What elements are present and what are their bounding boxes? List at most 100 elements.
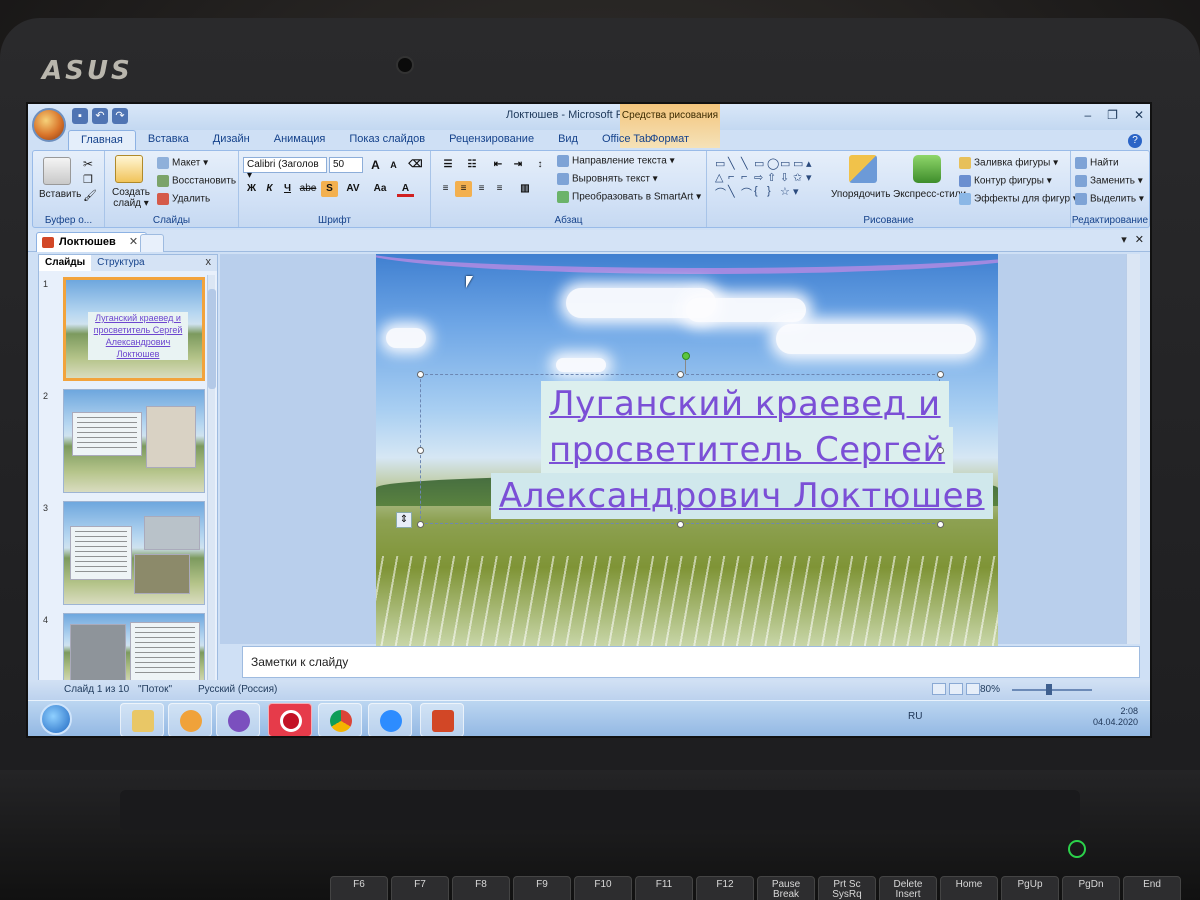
- slide-sorter-view-button[interactable]: [949, 683, 963, 695]
- cut-icon[interactable]: ✂: [83, 157, 93, 171]
- resize-handle[interactable]: [417, 447, 424, 454]
- document-tab[interactable]: Локтюшев ✕: [36, 232, 148, 252]
- resize-handle[interactable]: [417, 371, 424, 378]
- slide-thumbnail[interactable]: [63, 389, 205, 493]
- taskbar-opera[interactable]: [268, 703, 312, 736]
- font-color-button[interactable]: A: [397, 181, 414, 197]
- keyboard-key[interactable]: F6: [330, 876, 388, 900]
- bold-button[interactable]: Ж: [243, 181, 260, 197]
- help-icon[interactable]: ?: [1128, 134, 1142, 148]
- tab-outline[interactable]: Структура: [91, 255, 150, 271]
- tab-slides[interactable]: Слайды: [39, 255, 92, 271]
- slide-thumbnail[interactable]: Луганский краевед и просветитель Сергей …: [63, 277, 205, 381]
- keyboard-key[interactable]: F10: [574, 876, 632, 900]
- system-tray-clock[interactable]: 2:08 04.04.2020: [1093, 705, 1138, 727]
- keyboard-key[interactable]: F9: [513, 876, 571, 900]
- convert-smartart-button[interactable]: Преобразовать в SmartArt ▾: [557, 191, 701, 203]
- keyboard-key[interactable]: PgDn: [1062, 876, 1120, 900]
- resize-handle[interactable]: [937, 521, 944, 528]
- delete-slide-button[interactable]: Удалить: [157, 193, 210, 205]
- char-spacing-button[interactable]: AV: [341, 181, 365, 197]
- columns-icon[interactable]: ▥: [513, 181, 537, 197]
- notes-pane[interactable]: Заметки к слайду: [242, 646, 1140, 678]
- current-slide[interactable]: Луганский краевед и просветитель Сергей …: [376, 254, 998, 646]
- resize-handle[interactable]: [417, 521, 424, 528]
- slide-title-line[interactable]: Луганский краевед и: [541, 381, 949, 427]
- increase-indent-icon[interactable]: ⇥: [509, 157, 527, 173]
- maximize-button[interactable]: ❐: [1107, 108, 1118, 122]
- align-text-button[interactable]: Выровнять текст ▾: [557, 173, 658, 185]
- slides-panel-close-icon[interactable]: x: [206, 256, 212, 268]
- keyboard-key[interactable]: Pause Break: [757, 876, 815, 900]
- align-center-icon[interactable]: ≡: [455, 181, 472, 197]
- strikethrough-button[interactable]: abe: [297, 181, 319, 197]
- keyboard-key[interactable]: Delete Insert: [879, 876, 937, 900]
- keyboard-key[interactable]: PgUp: [1001, 876, 1059, 900]
- keyboard-key[interactable]: F12: [696, 876, 754, 900]
- tab-view[interactable]: Вид: [546, 130, 590, 150]
- tray-language[interactable]: RU: [908, 711, 922, 722]
- resize-handle[interactable]: [937, 447, 944, 454]
- office-button[interactable]: [32, 108, 66, 142]
- taskbar-zoom[interactable]: [368, 703, 412, 736]
- select-button[interactable]: Выделить ▾: [1075, 193, 1144, 205]
- keyboard-key[interactable]: F8: [452, 876, 510, 900]
- resize-handle[interactable]: [677, 371, 684, 378]
- find-button[interactable]: Найти: [1075, 157, 1119, 169]
- new-slide-icon[interactable]: [115, 155, 143, 183]
- numbering-icon[interactable]: ☷: [461, 157, 483, 173]
- italic-button[interactable]: К: [261, 181, 278, 197]
- shapes-gallery[interactable]: ▭ ╲ ╲ ▭ ◯ ▭ ▭ ▴ △ ⌐ ⌐ ⇨ ⇧ ⇩ ✩ ▾ ⌒ ╲ ⌒{} ☆ ▾: [715, 157, 819, 200]
- quick-styles-icon[interactable]: [913, 155, 941, 183]
- close-button[interactable]: ✕: [1134, 108, 1144, 122]
- decrease-indent-icon[interactable]: ⇤: [489, 157, 507, 173]
- start-button[interactable]: [40, 703, 72, 735]
- bullets-icon[interactable]: ☰: [437, 157, 459, 173]
- tab-format[interactable]: Формат: [638, 130, 701, 148]
- slide-title-line[interactable]: просветитель Сергей: [541, 427, 954, 473]
- slides-panel-scrollbar[interactable]: [207, 275, 216, 683]
- reset-button[interactable]: Восстановить: [157, 175, 236, 187]
- notes-placeholder[interactable]: Заметки к слайду: [251, 655, 348, 669]
- change-case-button[interactable]: Aa: [369, 181, 391, 197]
- tab-home[interactable]: Главная: [68, 130, 136, 150]
- keyboard-key[interactable]: End: [1123, 876, 1181, 900]
- keyboard-key[interactable]: F7: [391, 876, 449, 900]
- clear-format-icon[interactable]: ⌫: [407, 157, 424, 173]
- shadow-button[interactable]: S: [321, 181, 338, 197]
- keyboard-key[interactable]: F11: [635, 876, 693, 900]
- keyboard-key[interactable]: Home: [940, 876, 998, 900]
- scrollbar-thumb[interactable]: [208, 289, 216, 389]
- text-direction-button[interactable]: Направление текста ▾: [557, 155, 675, 167]
- resize-handle[interactable]: [677, 521, 684, 528]
- new-tab-button[interactable]: [140, 234, 164, 252]
- font-name-combo[interactable]: Calibri (Заголов ▾: [243, 157, 327, 181]
- zoom-slider-knob[interactable]: [1046, 684, 1052, 695]
- resize-handle[interactable]: [937, 371, 944, 378]
- underline-button[interactable]: Ч: [279, 181, 296, 197]
- slide-thumbnail[interactable]: [63, 501, 205, 605]
- shrink-font-icon[interactable]: A: [385, 157, 402, 173]
- slide-vertical-scrollbar[interactable]: [1126, 254, 1140, 644]
- tab-review[interactable]: Рецензирование: [437, 130, 546, 150]
- document-tab-close-icon[interactable]: ✕: [129, 236, 138, 248]
- shape-fill-button[interactable]: Заливка фигуры ▾: [959, 157, 1058, 169]
- layout-button[interactable]: Макет ▾: [157, 157, 208, 169]
- shape-effects-button[interactable]: Эффекты для фигур ▾: [959, 193, 1078, 205]
- format-painter-icon[interactable]: 🖌: [83, 189, 97, 202]
- tab-animation[interactable]: Анимация: [262, 130, 338, 150]
- language-indicator[interactable]: Русский (Россия): [198, 684, 277, 695]
- close-document-icon[interactable]: ✕: [1135, 233, 1144, 246]
- arrange-icon[interactable]: [849, 155, 877, 183]
- tab-list-dropdown-icon[interactable]: ▾: [1121, 233, 1127, 246]
- tab-design[interactable]: Дизайн: [201, 130, 262, 150]
- zoom-level[interactable]: 80%: [980, 684, 1000, 695]
- taskbar-viber[interactable]: [216, 703, 260, 736]
- paste-icon[interactable]: [43, 157, 71, 185]
- line-spacing-icon[interactable]: ↕: [529, 157, 551, 173]
- autofit-options-icon[interactable]: ⇕: [396, 512, 412, 528]
- justify-icon[interactable]: ≡: [491, 181, 508, 197]
- tab-insert[interactable]: Вставка: [136, 130, 201, 150]
- font-size-combo[interactable]: 50: [329, 157, 363, 173]
- title-placeholder[interactable]: Луганский краевед и просветитель Сергей …: [417, 371, 993, 528]
